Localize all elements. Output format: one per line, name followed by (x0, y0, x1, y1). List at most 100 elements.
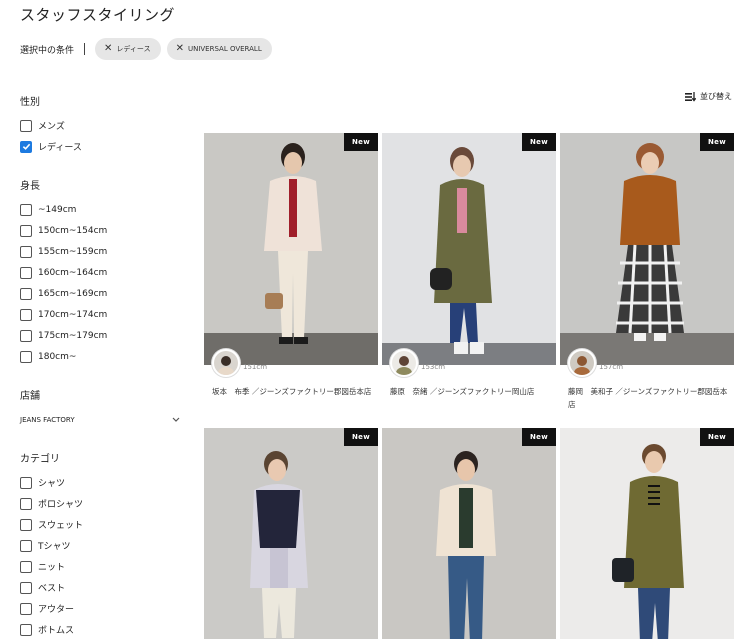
staff-meta: 157cm (568, 349, 623, 377)
new-badge: New (344, 428, 378, 446)
staff-name-store[interactable]: 藤岡 美和子 ／ジーンズファクトリー郡図岳本店 (568, 385, 732, 411)
height-option[interactable]: 175cm~179cm (20, 325, 185, 346)
checkbox[interactable] (20, 518, 32, 531)
styling-photo[interactable]: New (204, 133, 378, 365)
gender-title: 性別 (20, 97, 40, 108)
styling-photo[interactable]: New (560, 428, 734, 639)
gender-option[interactable]: メンズ (20, 115, 185, 136)
height-option[interactable]: 150cm~154cm (20, 220, 185, 241)
staff-name-store[interactable]: 藤原 奈緒 ／ジーンズファクトリー岡山店 (390, 385, 554, 398)
category-title: カテゴリ (20, 454, 60, 465)
check-icon (22, 143, 30, 150)
category-option[interactable]: Tシャツ (20, 535, 185, 556)
styling-card[interactable]: New (560, 428, 734, 639)
styling-card[interactable]: New 153cm 藤原 奈緒 ／ジーンズファクトリー岡山店 (382, 133, 556, 396)
category-option[interactable]: アウター (20, 598, 185, 619)
checkbox[interactable] (20, 350, 32, 363)
sort-icon (685, 91, 696, 102)
avatar[interactable] (390, 349, 418, 377)
height-option[interactable]: 165cm~169cm (20, 283, 185, 304)
checkbox[interactable] (20, 602, 32, 615)
styling-card[interactable]: New (204, 428, 378, 639)
checkbox[interactable] (20, 266, 32, 279)
staff-height: 157cm (599, 363, 624, 371)
checkbox-label: ポロシャツ (38, 500, 84, 510)
new-badge: New (700, 428, 734, 446)
category-option[interactable]: ベスト (20, 577, 185, 598)
store-select[interactable]: JEANS FACTORY (20, 410, 185, 430)
styling-card[interactable]: New (382, 428, 556, 639)
chip-label: レディース (116, 45, 151, 53)
store-title: 店舗 (20, 391, 40, 402)
staff-meta: 151cm (212, 349, 267, 377)
checkbox[interactable] (20, 245, 32, 258)
checkbox[interactable] (20, 329, 32, 342)
styling-photo-image (560, 133, 734, 365)
new-badge: New (700, 133, 734, 151)
close-icon[interactable]: ✕ (104, 44, 112, 54)
checkbox-label: 165cm~169cm (38, 288, 108, 299)
checkbox[interactable] (20, 308, 32, 321)
styling-photo[interactable]: New (560, 133, 734, 365)
checkbox-label: メンズ (38, 122, 65, 132)
divider (84, 43, 86, 55)
styling-photo-image (204, 428, 378, 639)
category-option[interactable]: シャツ (20, 472, 185, 493)
checkbox-label: スウェット (38, 521, 84, 531)
checkbox[interactable] (20, 623, 32, 636)
styling-photo-image (382, 428, 556, 639)
category-option[interactable]: ポロシャツ (20, 493, 185, 514)
checkbox-label: 180cm~ (38, 351, 77, 362)
filter-sidebar: 性別 メンズレディース 身長 ~149cm 150cm~154cm 155cm~15… (20, 93, 185, 639)
checkbox[interactable] (20, 203, 32, 216)
checkbox[interactable] (20, 476, 32, 489)
height-title: 身長 (20, 181, 40, 192)
styling-photo[interactable]: New (382, 133, 556, 365)
checkbox[interactable] (20, 581, 32, 594)
checkbox[interactable] (20, 119, 32, 132)
avatar[interactable] (212, 349, 240, 377)
new-badge: New (522, 428, 556, 446)
staff-name-store[interactable]: 坂本 布季 ／ジーンズファクトリー郡図岳本店 (212, 385, 376, 398)
checkbox[interactable] (20, 539, 32, 552)
checkbox-label: Tシャツ (38, 542, 71, 552)
styling-card[interactable]: New 157cm 藤岡 美和子 ／ジーンズファクトリー郡図岳本店 (560, 133, 734, 409)
filter-chip-ladies[interactable]: ✕ レディース (95, 38, 161, 60)
chip-label: UNIVERSAL OVERALL (187, 45, 262, 53)
height-option[interactable]: 160cm~164cm (20, 262, 185, 283)
chevron-down-icon (172, 417, 180, 422)
checkbox[interactable] (20, 287, 32, 300)
staff-meta: 153cm (390, 349, 445, 377)
new-badge: New (522, 133, 556, 151)
checkbox[interactable] (20, 560, 32, 573)
category-option[interactable]: ニット (20, 556, 185, 577)
height-option[interactable]: 170cm~174cm (20, 304, 185, 325)
sort-button[interactable]: 並び替え (685, 91, 732, 102)
checkbox-label: ベスト (38, 584, 66, 594)
category-option[interactable]: ボトムス (20, 619, 185, 639)
new-badge: New (344, 133, 378, 151)
category-option[interactable]: スウェット (20, 514, 185, 535)
styling-photo[interactable]: New (382, 428, 556, 639)
checkbox-label: アウター (38, 605, 75, 615)
staff-height: 153cm (421, 363, 446, 371)
checkbox-label: シャツ (38, 479, 66, 489)
styling-photo[interactable]: New (204, 428, 378, 639)
page-title: スタッフスタイリング (20, 6, 176, 24)
checkbox-label: 170cm~174cm (38, 309, 108, 320)
checkbox-label: ~149cm (38, 204, 77, 215)
avatar[interactable] (568, 349, 596, 377)
styling-card[interactable]: New 151cm 坂本 布季 ／ジーンズファクトリー郡図岳本店 (204, 133, 378, 396)
checkbox[interactable] (20, 224, 32, 237)
height-option[interactable]: 180cm~ (20, 346, 185, 367)
styling-photo-image (560, 428, 734, 639)
checkbox[interactable] (20, 497, 32, 510)
height-option[interactable]: 155cm~159cm (20, 241, 185, 262)
checkbox[interactable] (20, 140, 32, 153)
checkbox-label: ボトムス (38, 626, 75, 636)
gender-option[interactable]: レディース (20, 136, 185, 157)
filter-chip-universal-overall[interactable]: ✕ UNIVERSAL OVERALL (166, 38, 272, 60)
height-option[interactable]: ~149cm (20, 199, 185, 220)
checkbox-label: 150cm~154cm (38, 225, 108, 236)
close-icon[interactable]: ✕ (176, 44, 184, 54)
